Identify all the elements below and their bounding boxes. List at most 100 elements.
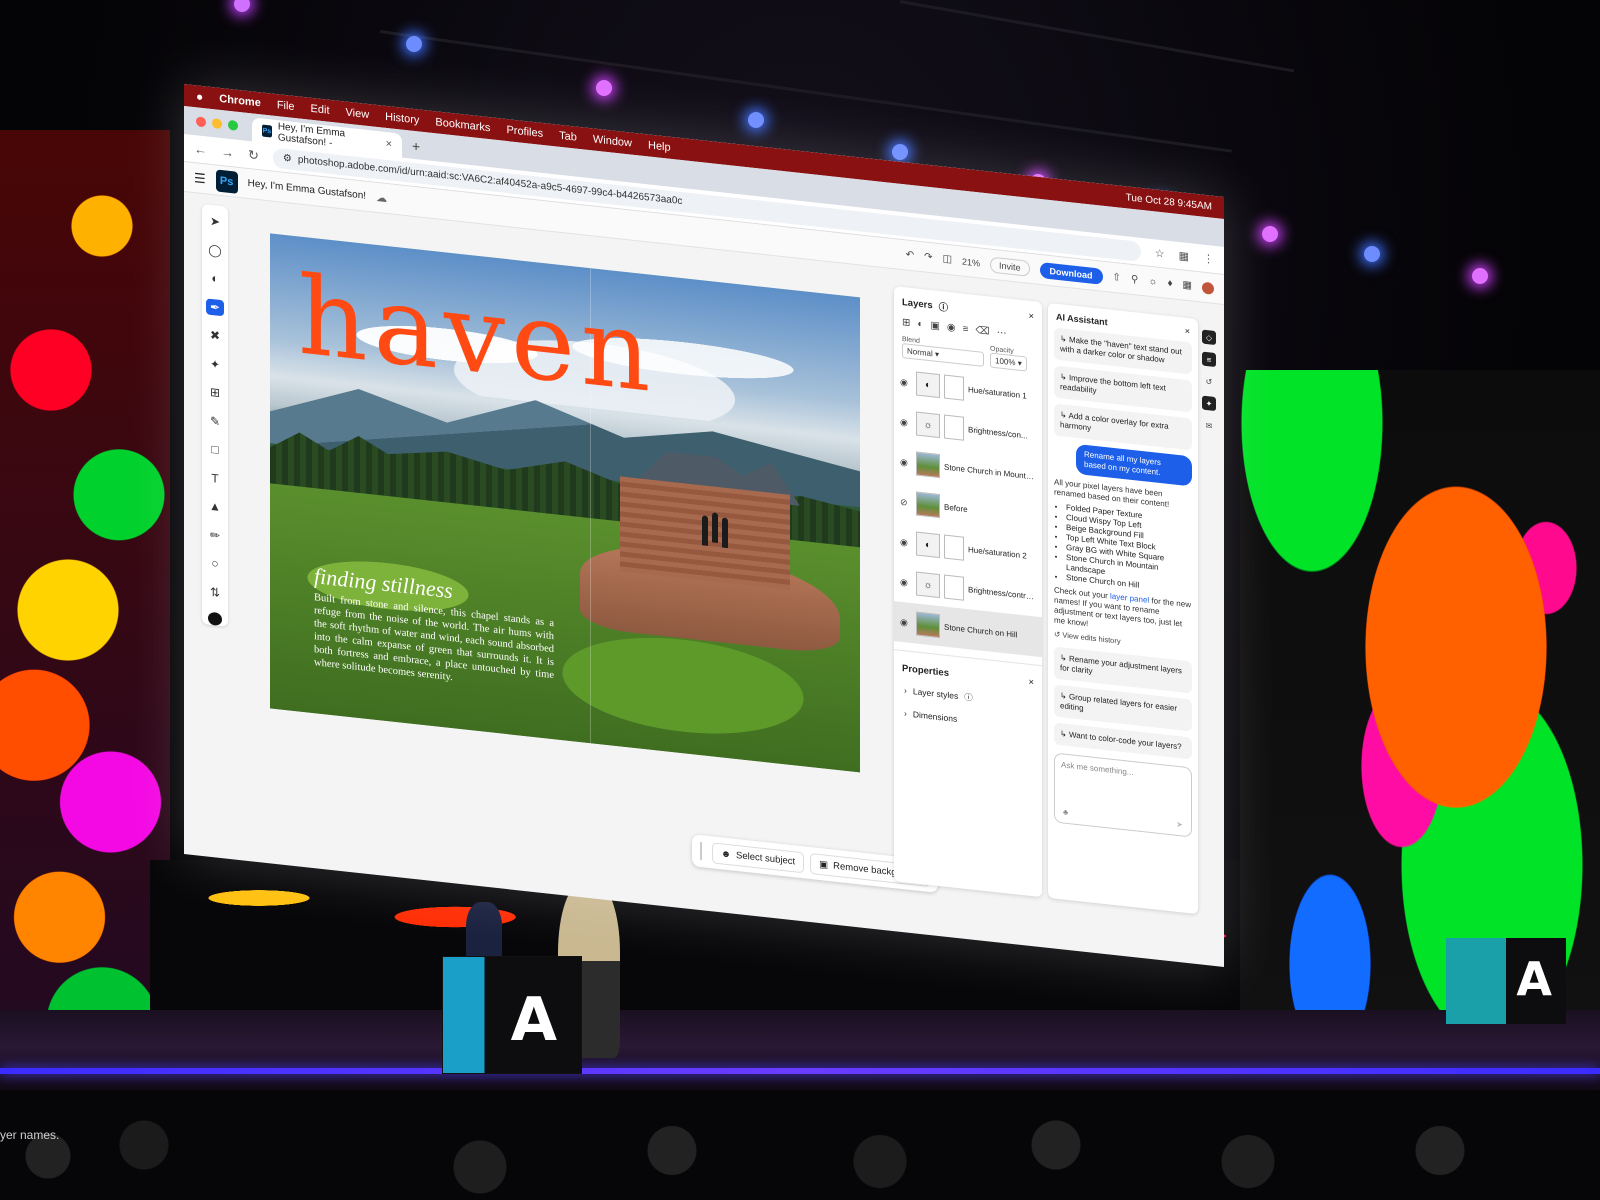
close-icon[interactable]: × <box>1028 677 1034 689</box>
stack-icon[interactable]: ≡ <box>963 324 969 336</box>
extensions-icon[interactable]: ▦ <box>1179 249 1189 263</box>
document-title[interactable]: Hey, I'm Emma Gustafson! <box>248 178 366 202</box>
eye-icon[interactable]: ◉ <box>900 416 912 428</box>
eye-icon[interactable]: ◉ <box>900 616 912 628</box>
eye-icon[interactable]: ◉ <box>900 576 912 588</box>
eye-hidden-icon[interactable]: ⊘ <box>900 496 912 508</box>
close-icon[interactable]: × <box>1028 310 1034 322</box>
invite-button[interactable]: Invite <box>990 256 1030 277</box>
eye-icon[interactable]: ◉ <box>900 376 912 388</box>
crop-tool-icon[interactable]: ⊞ <box>206 383 224 401</box>
maximize-window-button[interactable] <box>228 119 238 131</box>
brush-adjust-tool-icon[interactable]: ✒ <box>206 297 224 317</box>
menu-edit[interactable]: Edit <box>311 103 330 117</box>
generative-tool-icon[interactable]: ✦ <box>206 355 224 373</box>
apple-icon[interactable]: ● <box>196 89 203 104</box>
info-icon[interactable]: ⓘ <box>939 299 949 314</box>
lasso-tool-icon[interactable]: ◯ <box>206 241 224 259</box>
layers-panel-icon[interactable]: ◇ <box>1202 329 1216 346</box>
stage-light <box>406 36 422 52</box>
search-icon[interactable]: ⚲ <box>1131 274 1138 286</box>
eye-icon[interactable]: ◉ <box>900 456 912 468</box>
headline-haven[interactable]: haven <box>298 253 656 417</box>
camera-icon[interactable]: ◉ <box>947 322 956 334</box>
mask-icon[interactable]: ▣ <box>930 320 939 332</box>
zoom-level[interactable]: 21% <box>962 256 980 268</box>
menu-window[interactable]: Window <box>593 133 632 149</box>
menu-help[interactable]: Help <box>648 139 671 153</box>
shape-tool-icon[interactable]: □ <box>206 441 224 459</box>
bookmark-star-icon[interactable]: ☆ <box>1155 246 1165 260</box>
select-subject-label: Select subject <box>736 849 796 867</box>
bell-icon[interactable]: ♦ <box>1167 278 1172 290</box>
download-button[interactable]: Download <box>1039 261 1103 285</box>
browser-menu-icon[interactable]: ⋮ <box>1203 252 1214 266</box>
opacity-input[interactable]: 100% ▾ <box>990 352 1027 372</box>
site-info-icon[interactable]: ⚙ <box>283 153 292 165</box>
adjustment-thumb-icon: ◐ <box>916 531 940 559</box>
taskbar-drag-handle[interactable] <box>700 842 702 861</box>
layer-mask-thumb[interactable] <box>944 414 964 441</box>
attach-icon[interactable]: ♣ <box>1063 807 1068 817</box>
menu-app-chrome[interactable]: Chrome <box>219 93 261 110</box>
eyedropper-tool-icon[interactable]: ✏ <box>206 526 224 544</box>
apps-grid-icon[interactable]: ▦ <box>1183 279 1192 291</box>
avatar[interactable] <box>1202 281 1214 295</box>
stage-floor <box>0 1010 1600 1100</box>
menu-bookmarks[interactable]: Bookmarks <box>435 116 490 134</box>
foreground-color-swatch[interactable] <box>208 611 222 627</box>
menu-file[interactable]: File <box>277 99 295 113</box>
layer-name: Stone Church on Hill <box>944 622 1018 640</box>
reload-icon[interactable]: ↻ <box>248 146 259 163</box>
lighting-truss <box>899 0 1295 73</box>
minimize-window-button[interactable] <box>212 118 222 130</box>
menu-view[interactable]: View <box>346 107 370 122</box>
history-panel-icon[interactable]: ↺ <box>1202 374 1216 390</box>
adjustment-thumb-icon: ◐ <box>916 371 940 399</box>
select-subject-button[interactable]: ☻ Select subject <box>712 841 805 873</box>
layer-mask-thumb[interactable] <box>944 374 964 401</box>
comments-icon[interactable]: ✉ <box>1202 418 1216 434</box>
fill-tool-icon[interactable]: ▲ <box>206 498 224 516</box>
brush-tool-icon[interactable]: ✎ <box>206 412 224 430</box>
ask-input[interactable]: Ask me something... ♣ ➤ <box>1054 752 1192 838</box>
type-tool-icon[interactable]: T <box>206 469 224 487</box>
layout-icon[interactable]: ◫ <box>943 253 952 265</box>
swap-colors-icon[interactable]: ⇅ <box>206 583 224 601</box>
eye-icon[interactable]: ◉ <box>900 536 912 548</box>
more-icon[interactable]: ⋯ <box>997 327 1007 339</box>
menu-profiles[interactable]: Profiles <box>506 124 543 140</box>
close-icon[interactable]: × <box>1185 326 1190 337</box>
back-arrow-icon[interactable]: ← <box>194 141 207 157</box>
add-layer-icon[interactable]: ⊞ <box>902 317 910 329</box>
stage-light <box>596 80 612 96</box>
menu-history[interactable]: History <box>385 111 419 127</box>
suggestion-chip[interactable]: ↳ Add a color overlay for extra harmony <box>1054 403 1192 451</box>
trash-icon[interactable]: ⌫ <box>975 325 989 338</box>
quick-select-tool-icon[interactable]: ◐ <box>206 269 224 287</box>
layer-mask-thumb[interactable] <box>944 574 964 601</box>
keynote-stage: A A yer names. ● Chrome File Edit View H… <box>0 0 1600 1200</box>
info-icon[interactable]: ⓘ <box>964 691 973 704</box>
adjustment-layer-icon[interactable]: ◐ <box>917 319 923 331</box>
move-tool-icon[interactable]: ➤ <box>206 212 224 230</box>
adobe-logo-icon: A <box>1516 952 1552 1006</box>
new-tab-button[interactable]: + <box>412 138 420 155</box>
ellipse-tool-icon[interactable]: ○ <box>206 555 224 573</box>
adjust-panel-icon[interactable]: ≡ <box>1202 351 1216 368</box>
forward-arrow-icon[interactable]: → <box>221 144 234 160</box>
redo-icon[interactable]: ↷ <box>924 251 932 263</box>
healing-tool-icon[interactable]: ✖ <box>206 326 224 344</box>
menu-tab[interactable]: Tab <box>559 130 577 144</box>
layer-mask-thumb[interactable] <box>944 534 964 561</box>
document-canvas[interactable]: haven finding stillness Built from stone… <box>270 233 860 773</box>
close-window-button[interactable] <box>196 116 206 128</box>
layer-name: Before <box>944 502 968 514</box>
share-icon[interactable]: ⇧ <box>1113 272 1121 284</box>
lightbulb-icon[interactable]: ☼ <box>1148 276 1157 288</box>
undo-icon[interactable]: ↶ <box>906 249 914 261</box>
ai-assistant-icon[interactable]: ✦ <box>1202 395 1216 412</box>
close-tab-icon[interactable]: × <box>386 138 392 151</box>
hamburger-menu-icon[interactable]: ☰ <box>194 170 206 187</box>
send-icon[interactable]: ➤ <box>1176 820 1183 830</box>
